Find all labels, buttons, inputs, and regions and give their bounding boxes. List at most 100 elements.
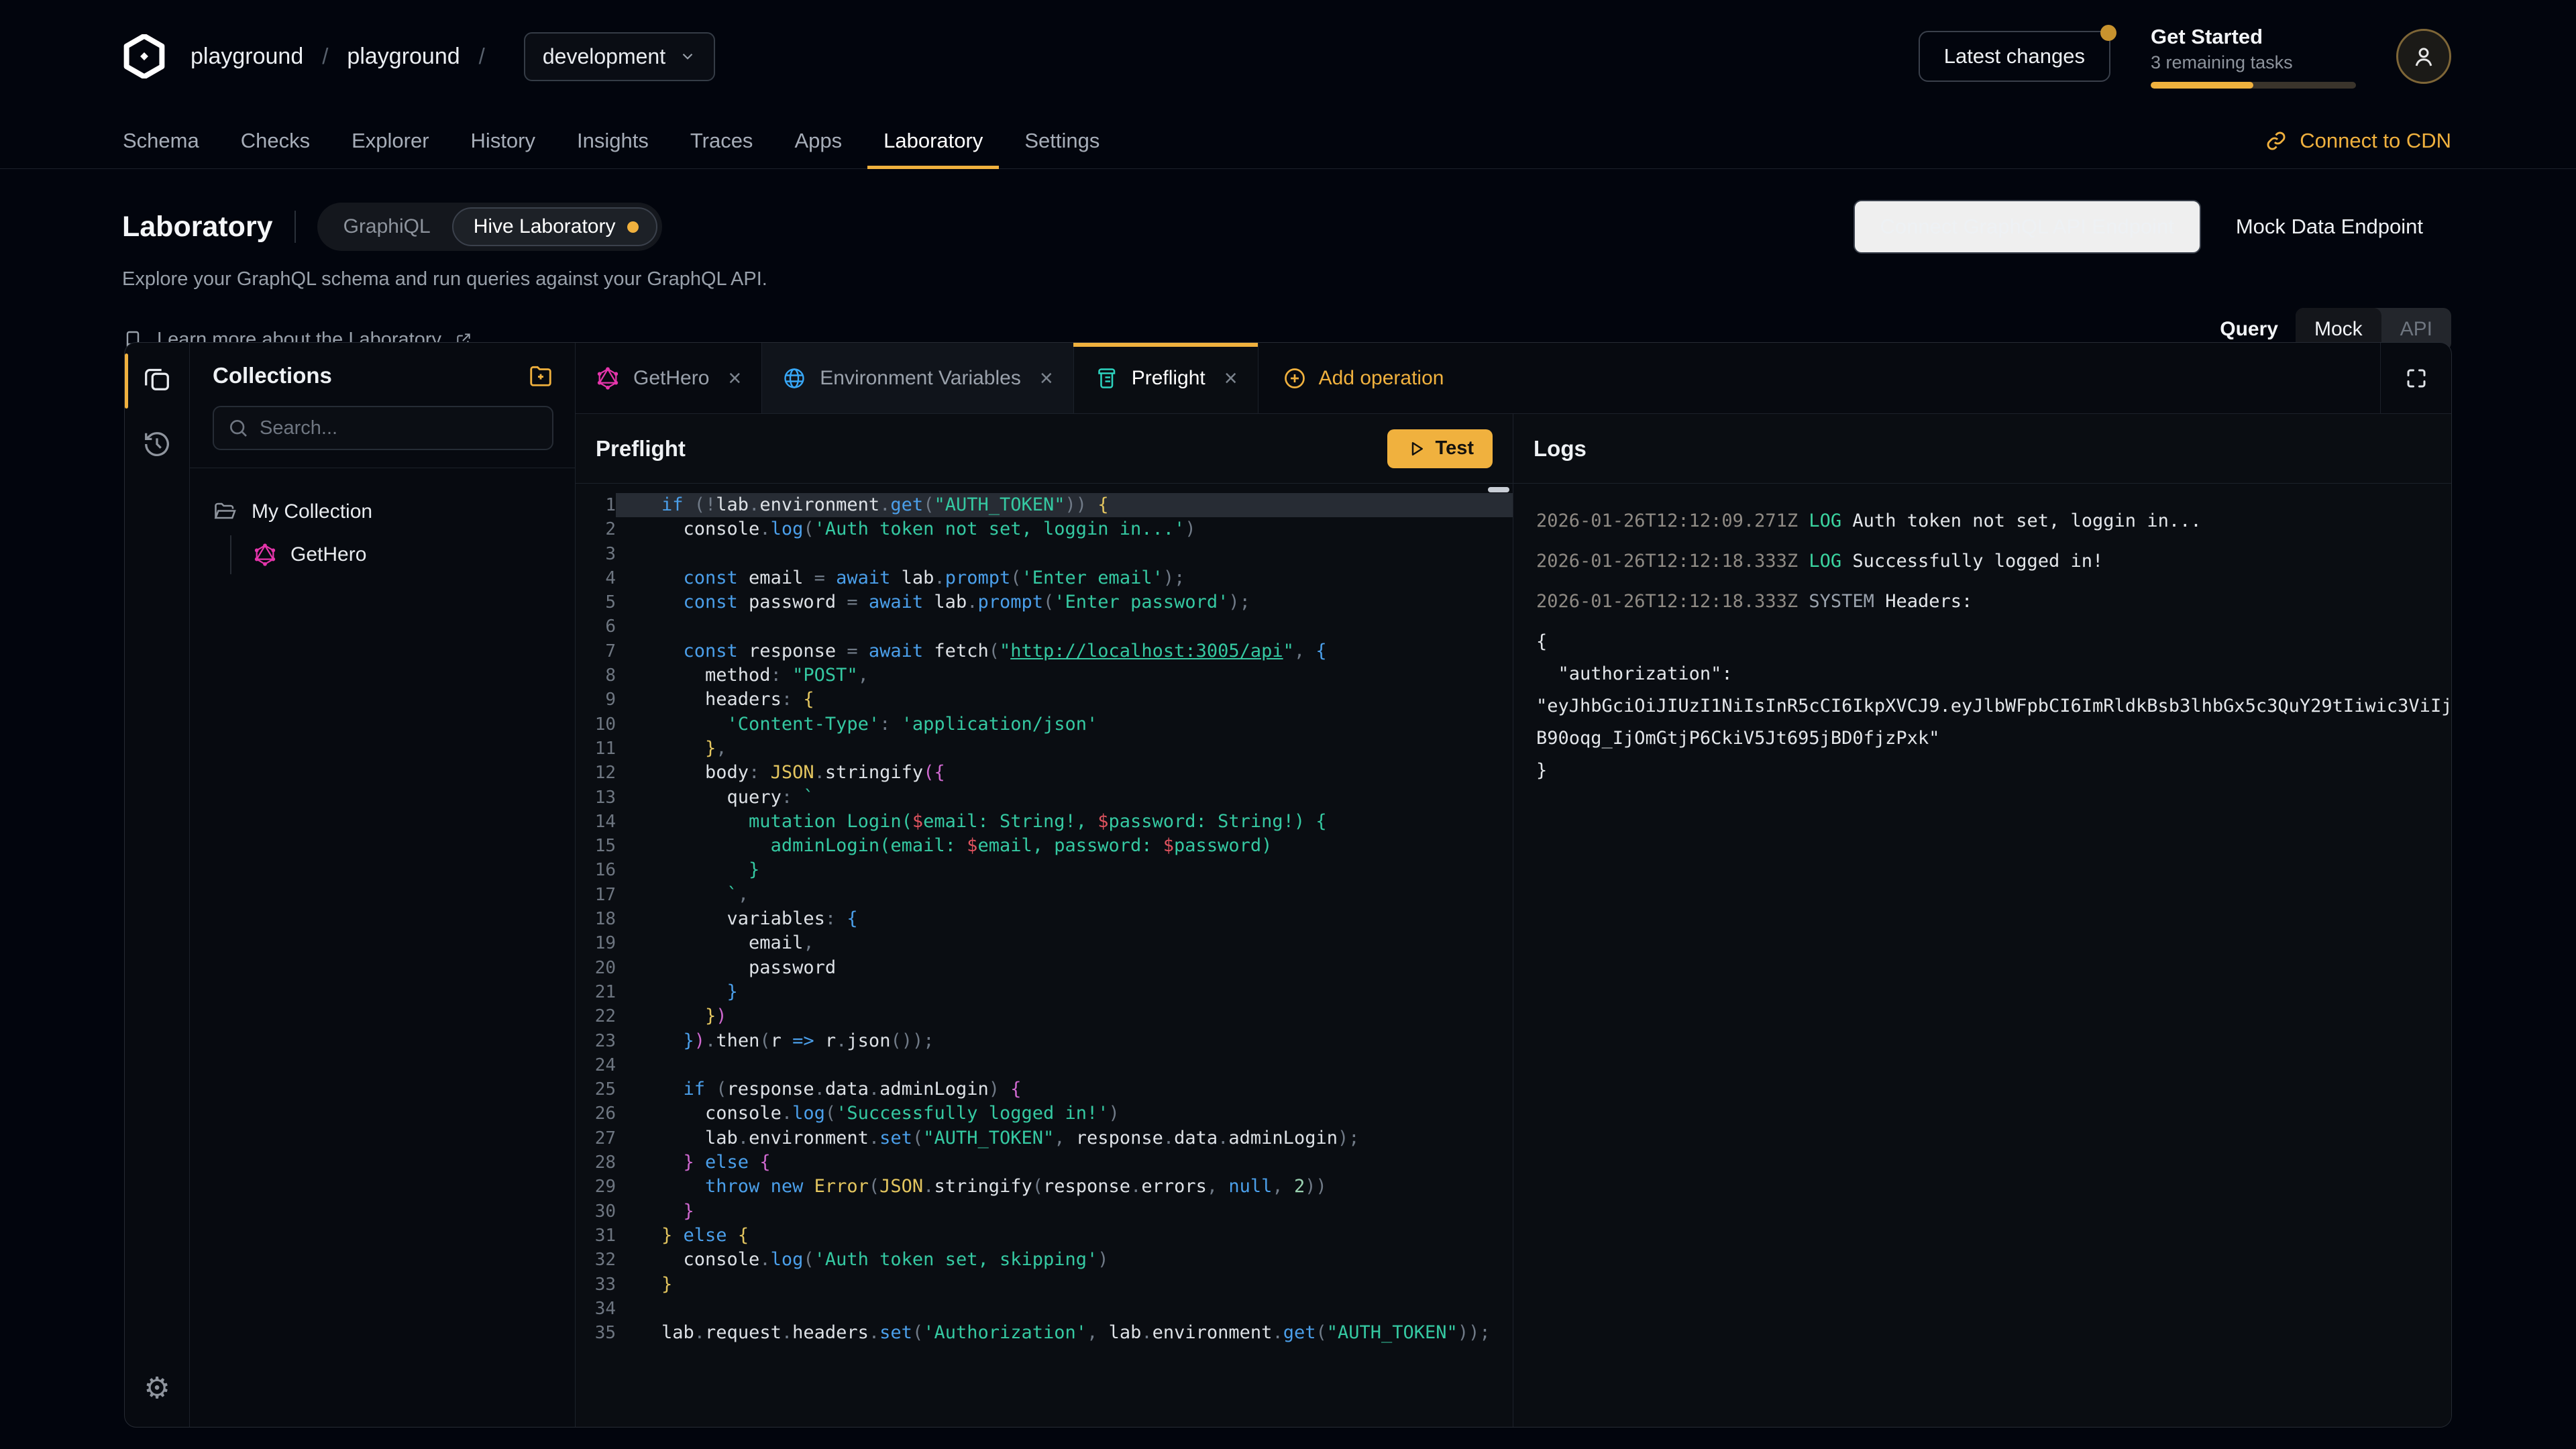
- mode-label: Query: [2220, 318, 2278, 341]
- top-header: playground / playground / development La…: [0, 0, 2576, 113]
- tab-bar-spacer: [1468, 343, 2380, 413]
- code-content: },: [616, 737, 727, 761]
- logs-title: Logs: [1534, 436, 1587, 462]
- test-button[interactable]: Test: [1387, 429, 1493, 468]
- code-line-3: 3: [576, 542, 1513, 566]
- code-line-30: 30 }: [576, 1199, 1513, 1224]
- toggle-graphiql[interactable]: GraphiQL: [322, 207, 452, 246]
- line-number: 10: [576, 712, 616, 737]
- collections-panel: Collections My CollectionGetHero: [190, 343, 576, 1427]
- script-icon: [1094, 366, 1118, 390]
- target-select[interactable]: development: [524, 32, 715, 81]
- line-number: 22: [576, 1004, 616, 1028]
- nav-tab-explorer[interactable]: Explorer: [331, 113, 449, 168]
- tab-preflight[interactable]: Preflight ×: [1074, 343, 1258, 413]
- main-nav: SchemaChecksExplorerHistoryInsightsTrace…: [0, 113, 2576, 169]
- nav-tab-schema[interactable]: Schema: [102, 113, 220, 168]
- mock-endpoint-label: Mock Data Endpoint: [2236, 215, 2423, 239]
- log-raw-line: "eyJhbGciOiJIUzI1NiIsInR5cCI6IkpXVCJ9.ey…: [1536, 690, 2451, 722]
- breadcrumb-project[interactable]: playground: [347, 44, 460, 70]
- link-icon: [2265, 129, 2288, 152]
- history-icon[interactable]: [142, 429, 172, 460]
- nav-tab-checks[interactable]: Checks: [220, 113, 331, 168]
- code-content: if (!lab.environment.get("AUTH_TOKEN")) …: [616, 493, 1109, 517]
- code-content: const password = await lab.prompt('Enter…: [616, 590, 1250, 614]
- nav-tab-settings[interactable]: Settings: [1004, 113, 1120, 168]
- code-content: [616, 614, 661, 639]
- code-line-18: 18 variables: {: [576, 907, 1513, 931]
- connect-to-cdn-button[interactable]: Connect to CDN: [2265, 113, 2451, 168]
- add-operation-button[interactable]: Add operation: [1258, 343, 1468, 413]
- code-line-25: 25 if (response.data.adminLogin) {: [576, 1077, 1513, 1102]
- get-started-widget[interactable]: Get Started 3 remaining tasks: [2151, 25, 2356, 89]
- get-started-progress: [2151, 82, 2356, 89]
- tab-label: Environment Variables: [820, 367, 1021, 390]
- line-number: 7: [576, 639, 616, 663]
- nav-tab-laboratory[interactable]: Laboratory: [863, 113, 1004, 168]
- code-line-16: 16 }: [576, 858, 1513, 882]
- code-line-4: 4 const email = await lab.prompt('Enter …: [576, 566, 1513, 590]
- breadcrumb-org[interactable]: playground: [191, 44, 303, 70]
- log-entry: 2026-01-26T12:12:18.333Z SYSTEM Headers:: [1536, 586, 2451, 618]
- page-title: Laboratory: [122, 211, 273, 244]
- avatar[interactable]: [2396, 29, 2451, 84]
- nav-tab-history[interactable]: History: [450, 113, 556, 168]
- tab-label: GetHero: [633, 367, 709, 390]
- graphql-icon: [253, 543, 277, 567]
- search-icon: [227, 417, 249, 439]
- toggle-hive-laboratory-label: Hive Laboratory: [474, 215, 616, 238]
- line-number: 26: [576, 1102, 616, 1126]
- code-content: lab.request.headers.set('Authorization',…: [616, 1321, 1491, 1345]
- fullscreen-button[interactable]: [2380, 343, 2451, 413]
- line-number: 23: [576, 1029, 616, 1053]
- code-line-14: 14 mutation Login($email: String!, $pass…: [576, 810, 1513, 834]
- log-raw-line: B90oqg_IjOmGtjP6CkiV5Jt695jBD0fjzPxk": [1536, 722, 2451, 755]
- nav-tab-traces[interactable]: Traces: [669, 113, 774, 168]
- code-line-8: 8 method: "POST",: [576, 663, 1513, 688]
- toggle-hive-laboratory[interactable]: Hive Laboratory: [452, 207, 658, 246]
- active-rail-indicator: [125, 354, 128, 409]
- code-editor[interactable]: 1if (!lab.environment.get("AUTH_TOKEN"))…: [576, 484, 1513, 1427]
- chevron-down-icon: [679, 48, 696, 65]
- collection-my-collection[interactable]: My Collection: [213, 494, 553, 530]
- code-content: console.log('Successfully logged in!'): [616, 1102, 1120, 1126]
- line-number: 24: [576, 1053, 616, 1077]
- code-line-20: 20 password: [576, 956, 1513, 980]
- code-content: password: [616, 956, 836, 980]
- progress-fill: [2151, 82, 2253, 89]
- tab-gethero[interactable]: GetHero ×: [576, 343, 762, 413]
- connect-graphql-api-endpoint-button[interactable]: Connect GraphQL API Endpoint: [1854, 200, 2201, 254]
- close-icon[interactable]: ×: [728, 367, 741, 390]
- editor-scrollbar-thumb[interactable]: [1488, 487, 1509, 492]
- nav-tab-insights[interactable]: Insights: [556, 113, 669, 168]
- gear-icon[interactable]: ⚙: [142, 1373, 172, 1404]
- tab-label: Preflight: [1132, 367, 1205, 390]
- close-icon[interactable]: ×: [1224, 367, 1238, 390]
- line-number: 2: [576, 517, 616, 541]
- code-line-35: 35lab.request.headers.set('Authorization…: [576, 1321, 1513, 1345]
- nav-tab-apps[interactable]: Apps: [773, 113, 863, 168]
- test-button-label: Test: [1436, 437, 1474, 460]
- line-number: 21: [576, 980, 616, 1004]
- search-input[interactable]: [260, 417, 539, 439]
- code-content: }): [616, 1004, 727, 1028]
- code-line-22: 22 }): [576, 1004, 1513, 1028]
- operation-gethero[interactable]: GetHero: [253, 535, 553, 574]
- logs-panel: Logs 2026-01-26T12:12:09.271Z LOG Auth t…: [1513, 414, 2451, 1427]
- close-icon[interactable]: ×: [1040, 367, 1053, 390]
- code-content: method: "POST",: [616, 663, 869, 688]
- laboratory-header: Laboratory GraphiQL Hive Laboratory Conn…: [0, 200, 2576, 351]
- line-number: 15: [576, 834, 616, 858]
- code-content: headers: {: [616, 688, 814, 712]
- tab-bar: GetHero × Environment Variables × Preflight ×…: [576, 343, 2451, 414]
- line-number: 27: [576, 1126, 616, 1150]
- code-line-32: 32 console.log('Auth token set, skipping…: [576, 1248, 1513, 1272]
- folder-plus-icon[interactable]: [528, 363, 553, 388]
- latest-changes-button[interactable]: Latest changes: [1919, 31, 2110, 82]
- code-line-31: 31} else {: [576, 1224, 1513, 1248]
- tab-environment-variables[interactable]: Environment Variables ×: [762, 343, 1073, 413]
- hive-logo-icon[interactable]: [122, 34, 166, 78]
- collections-icon[interactable]: [142, 363, 172, 394]
- mock-data-endpoint-button[interactable]: Mock Data Endpoint: [2208, 200, 2451, 254]
- code-line-9: 9 headers: {: [576, 688, 1513, 712]
